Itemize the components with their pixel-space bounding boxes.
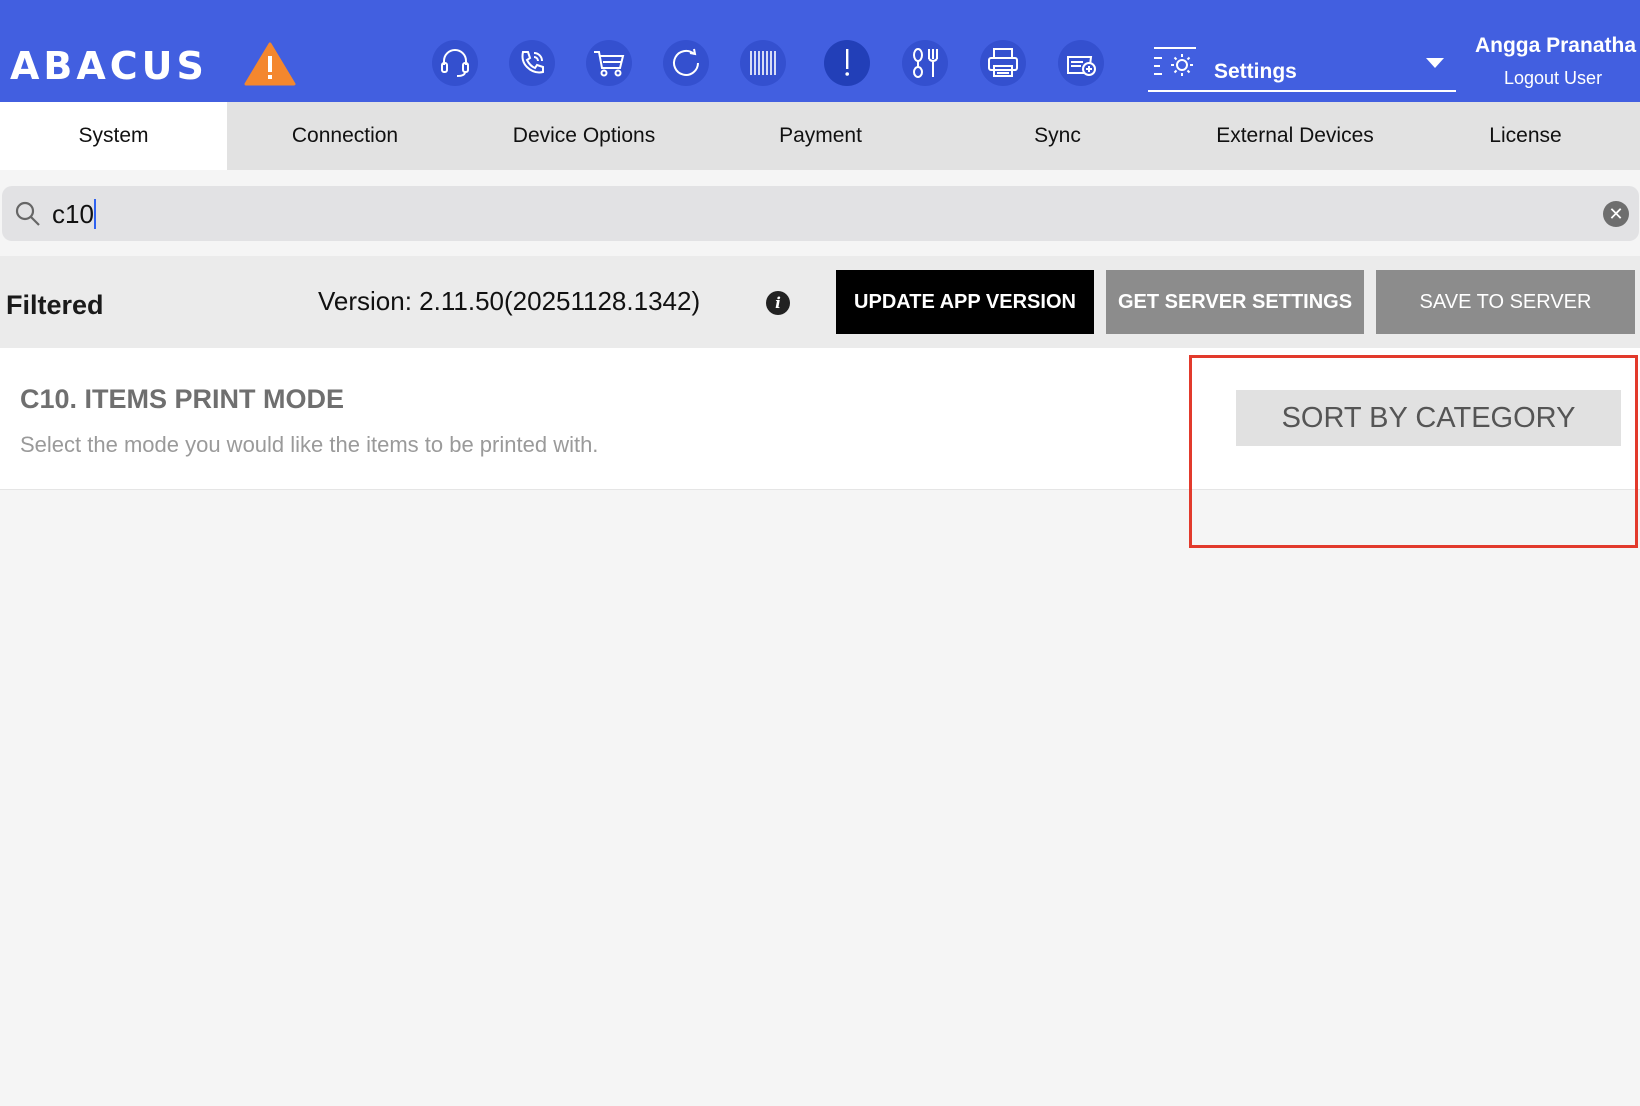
barcode-icon[interactable] [740, 40, 786, 86]
highlight-box [1189, 355, 1638, 548]
top-bar: ABACUS Settings Angga Pranatha Logout Us… [0, 0, 1640, 102]
search-input[interactable] [52, 194, 1552, 234]
tab-license[interactable]: License [1411, 102, 1640, 170]
text-cursor [94, 199, 96, 229]
user-name: Angga Pranatha [1474, 34, 1636, 57]
update-app-version-button[interactable]: UPDATE APP VERSION [836, 270, 1094, 334]
phone-icon[interactable] [509, 40, 555, 86]
settings-tabs: System Connection Device Options Payment… [0, 102, 1640, 170]
version-text: Version: 2.11.50(20251128.1342) [318, 286, 701, 316]
tab-device-options[interactable]: Device Options [463, 102, 705, 170]
tab-payment[interactable]: Payment [705, 102, 936, 170]
tab-external-devices[interactable]: External Devices [1179, 102, 1411, 170]
get-server-settings-button[interactable]: GET SERVER SETTINGS [1106, 270, 1364, 334]
setting-description: Select the mode you would like the items… [20, 432, 599, 457]
app-logo: ABACUS [10, 44, 208, 88]
search-bar: ✕ [2, 186, 1639, 241]
tab-connection[interactable]: Connection [227, 102, 463, 170]
printer-icon[interactable] [980, 40, 1026, 86]
settings-toolbar: Filtered Version: 2.11.50(20251128.1342)… [0, 256, 1640, 348]
tab-sync[interactable]: Sync [936, 102, 1179, 170]
save-to-server-button[interactable]: SAVE TO SERVER [1376, 270, 1635, 334]
filtered-label: Filtered [6, 290, 104, 320]
add-device-icon[interactable] [1058, 40, 1104, 86]
search-icon [15, 201, 40, 226]
refresh-icon[interactable] [663, 40, 709, 86]
cart-icon[interactable] [586, 40, 632, 86]
warning-icon[interactable] [244, 42, 296, 86]
chevron-down-icon [1426, 58, 1444, 68]
info-icon[interactable]: i [766, 291, 790, 315]
tab-system[interactable]: System [0, 102, 227, 170]
settings-dropdown[interactable]: Settings [1148, 42, 1456, 92]
alert-icon[interactable] [824, 40, 870, 86]
headset-icon[interactable] [432, 40, 478, 86]
clear-search-icon[interactable]: ✕ [1603, 201, 1629, 227]
settings-gear-icon [1154, 47, 1196, 76]
settings-label: Settings [1214, 60, 1297, 83]
kitchen-tools-icon[interactable] [902, 40, 948, 86]
setting-title: C10. ITEMS PRINT MODE [20, 384, 345, 414]
logout-link[interactable]: Logout User [1504, 68, 1602, 89]
